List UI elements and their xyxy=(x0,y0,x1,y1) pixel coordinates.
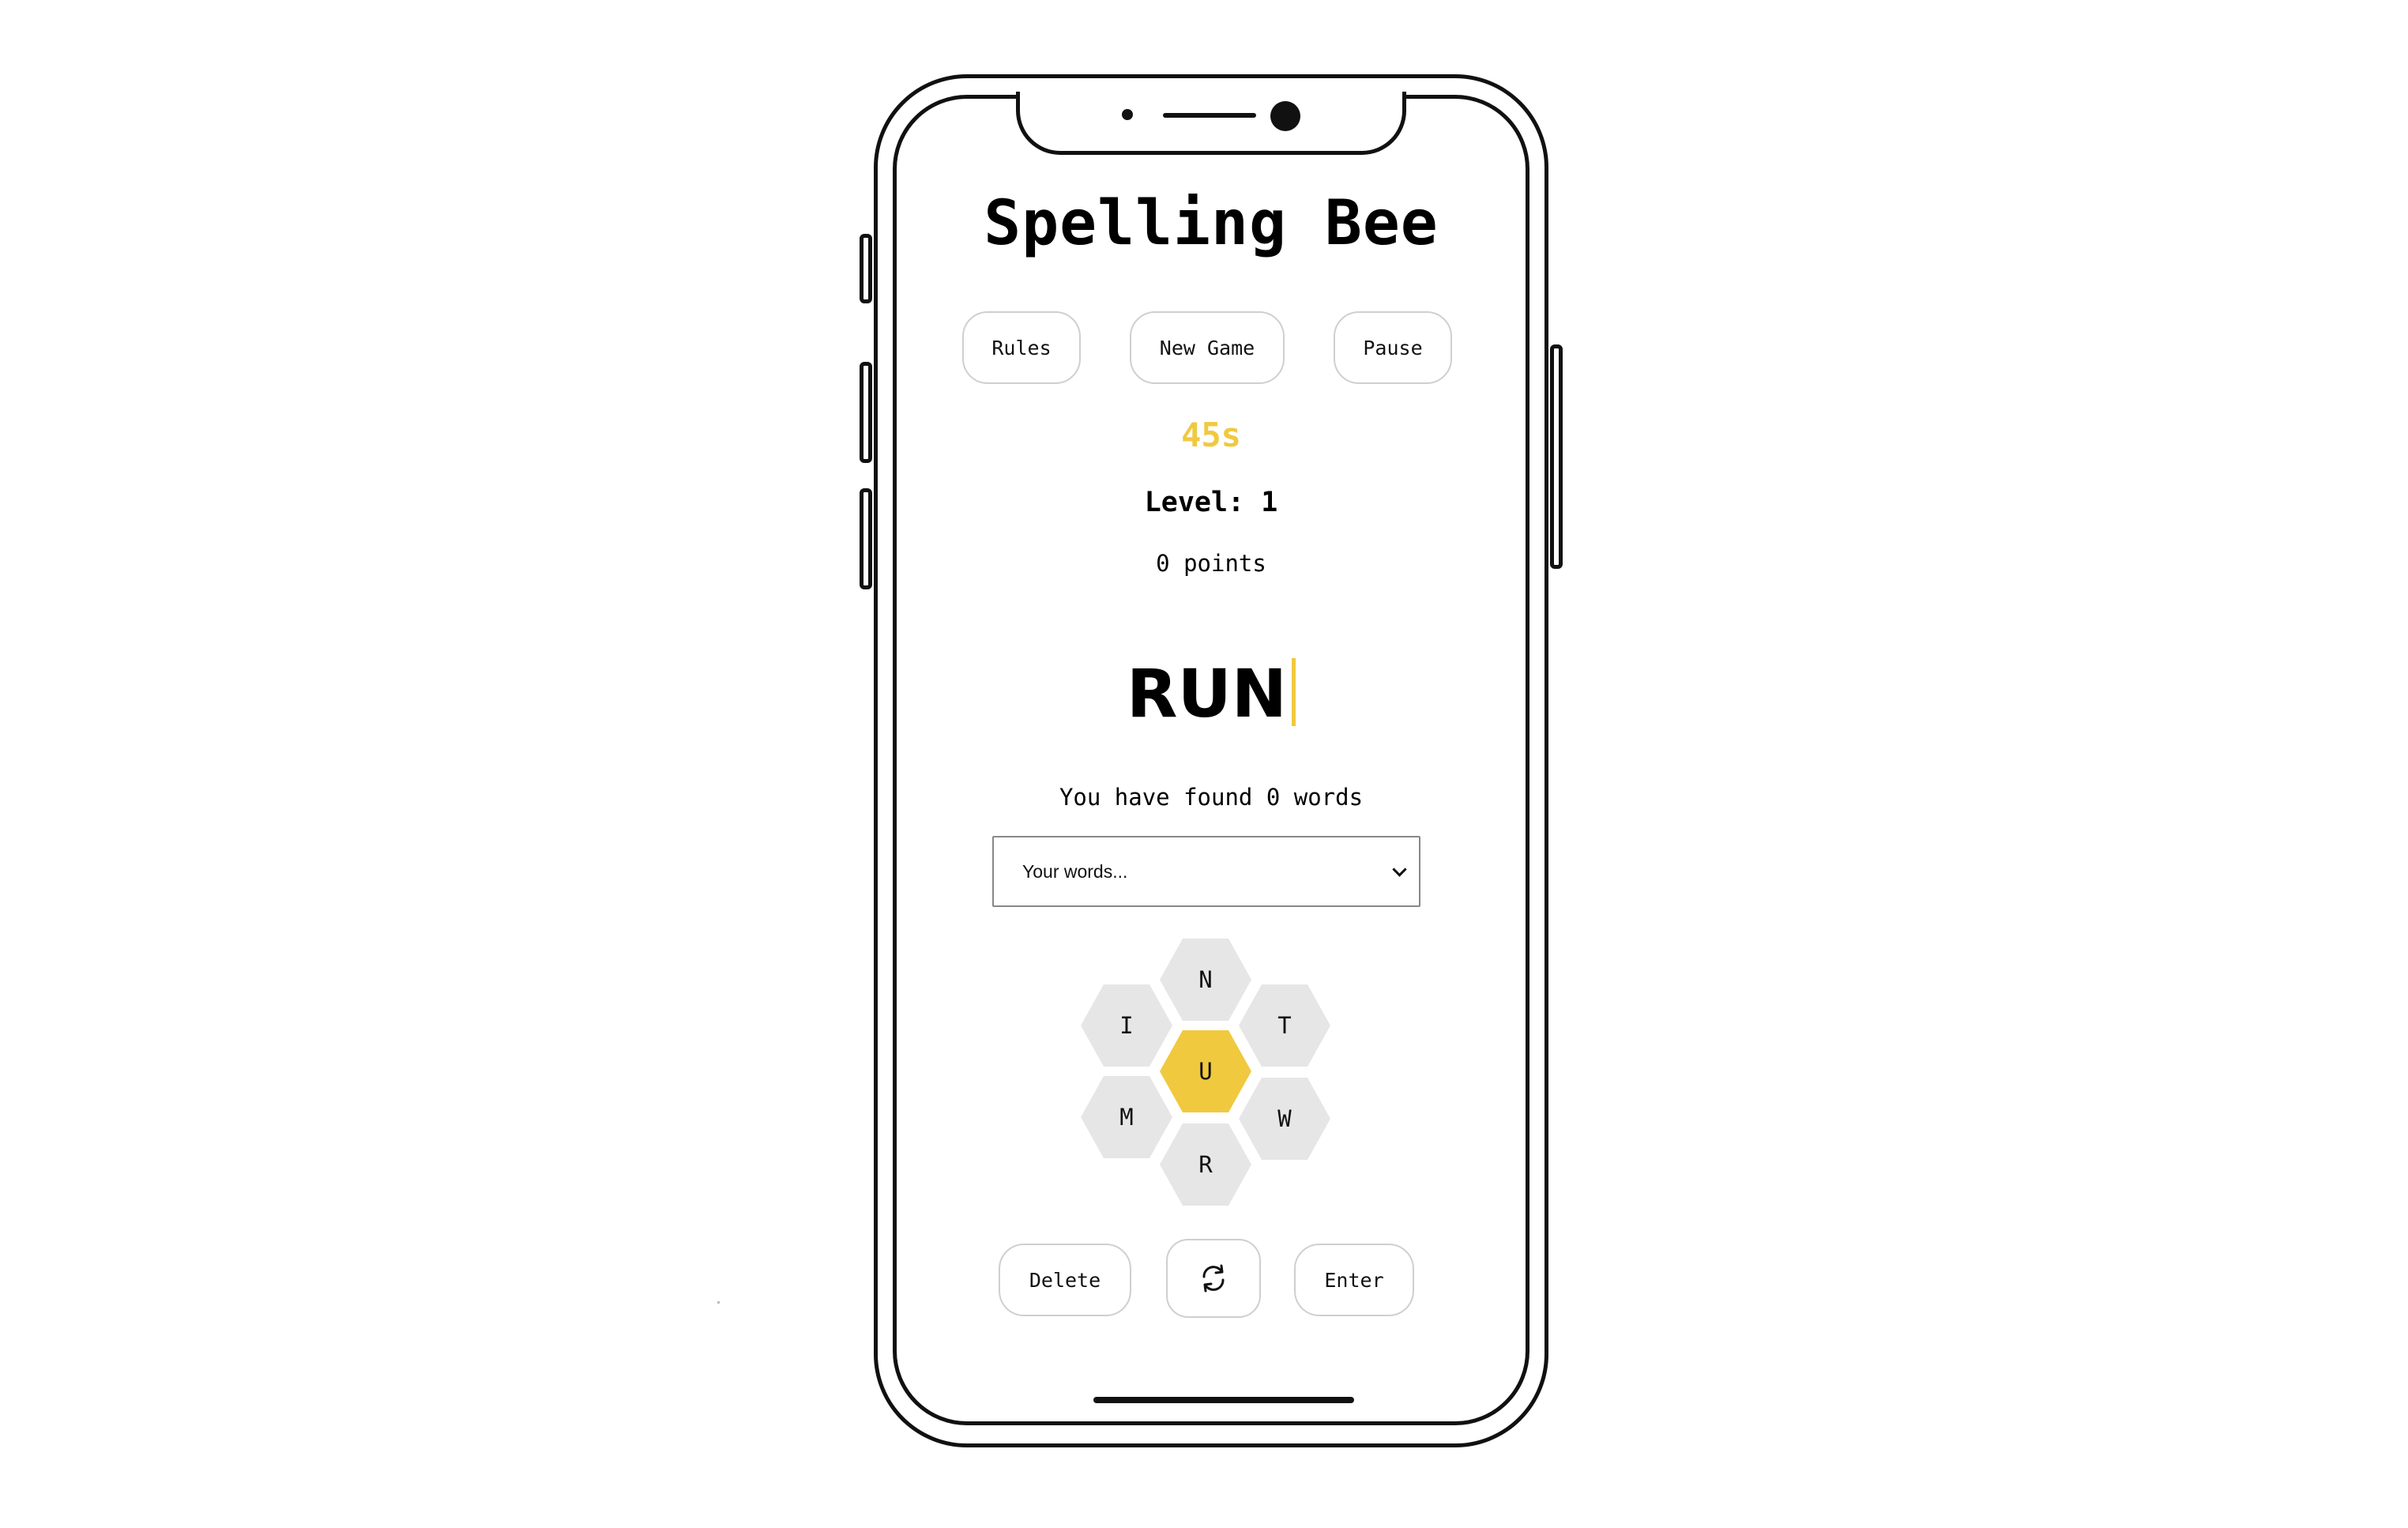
phone-volume-up-button xyxy=(860,362,872,463)
letter-label: I xyxy=(1119,1012,1134,1039)
page-title: Spelling Bee xyxy=(984,188,1439,259)
chevron-down-icon xyxy=(1392,861,1407,877)
current-word-text: RUN xyxy=(1126,655,1288,732)
delete-button[interactable]: Delete xyxy=(999,1244,1131,1316)
timer: 45s xyxy=(1181,416,1241,454)
letter-label: T xyxy=(1277,1012,1292,1039)
found-words-dropdown[interactable]: Your words... xyxy=(992,836,1420,907)
stray-dot xyxy=(717,1301,720,1304)
phone-volume-down-button xyxy=(860,488,872,589)
letter-label: M xyxy=(1119,1104,1134,1131)
dropdown-placeholder: Your words... xyxy=(1022,860,1128,882)
letter-label: U xyxy=(1198,1058,1213,1085)
refresh-icon xyxy=(1202,1264,1225,1293)
sensor-dot xyxy=(1122,109,1133,120)
home-indicator xyxy=(1093,1397,1354,1403)
pause-button[interactable]: Pause xyxy=(1334,311,1452,384)
shuffle-button[interactable] xyxy=(1166,1239,1261,1318)
letter-label: W xyxy=(1277,1105,1292,1132)
current-word-input[interactable]: RUN xyxy=(893,654,1529,733)
letter-label: N xyxy=(1198,966,1213,993)
page: Spelling Bee Rules New Game Pause 45s Le… xyxy=(0,0,2408,1528)
rules-button[interactable]: Rules xyxy=(962,311,1081,384)
phone-mute-switch xyxy=(860,234,872,303)
level-indicator: Level: 1 xyxy=(1144,487,1278,518)
phone-power-button xyxy=(1550,344,1563,569)
found-words-count: You have found 0 words xyxy=(1059,784,1364,811)
text-cursor xyxy=(1292,658,1296,726)
speaker-grille xyxy=(1163,113,1256,118)
front-camera xyxy=(1270,101,1300,131)
new-game-button[interactable]: New Game xyxy=(1130,311,1285,384)
enter-button[interactable]: Enter xyxy=(1294,1244,1414,1316)
phone-screen xyxy=(893,95,1529,1425)
notch-cover xyxy=(1027,87,1395,103)
letter-label: R xyxy=(1198,1151,1213,1178)
points-display: 0 points xyxy=(1156,550,1266,577)
